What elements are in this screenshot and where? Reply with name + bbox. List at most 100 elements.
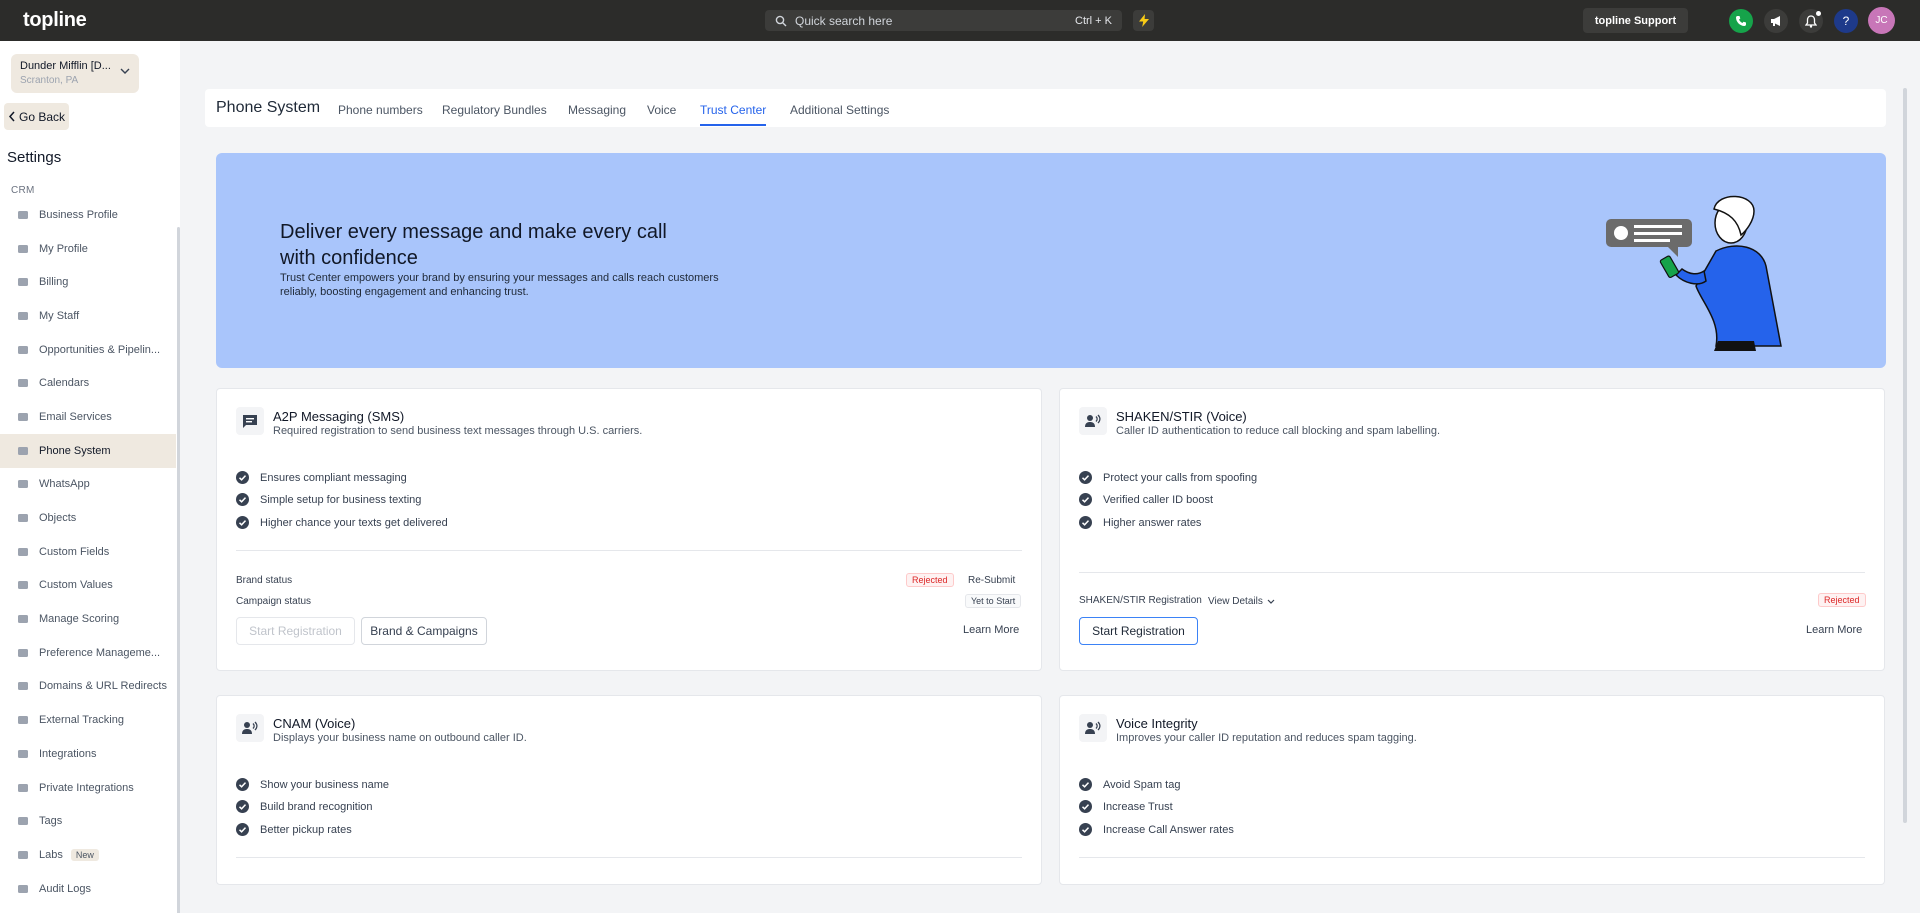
sidebar-item-objects[interactable]: Objects: [0, 501, 176, 535]
start-registration-button[interactable]: Start Registration: [1079, 617, 1198, 645]
sidebar-item-label: External Tracking: [39, 714, 124, 727]
tab-voice[interactable]: Voice: [647, 103, 676, 117]
sidebar-item-calendars[interactable]: Calendars: [0, 366, 176, 400]
sidebar-item-opportunities-pipelin[interactable]: Opportunities & Pipelin...: [0, 333, 176, 367]
sidebar-item-domains-url-redirects[interactable]: Domains & URL Redirects: [0, 670, 176, 704]
sidebar-scrollbar[interactable]: [177, 227, 180, 913]
voice-user-icon: [1079, 407, 1107, 435]
sidebar-item-integrations[interactable]: Integrations: [0, 737, 176, 771]
check-circle-icon: [1079, 516, 1092, 529]
sidebar-item-phone-system[interactable]: Phone System: [0, 433, 176, 468]
sidebar-item-custom-values[interactable]: Custom Values: [0, 569, 176, 603]
app-logo[interactable]: topline: [23, 9, 87, 32]
sidebar-item-label: Phone System: [39, 444, 111, 457]
settings-sidebar: Dunder Mifflin [D... Scranton, PA Go Bac…: [0, 41, 180, 913]
resubmit-link[interactable]: Re-Submit: [968, 575, 1015, 586]
sidebar-item-private-integrations[interactable]: Private Integrations: [0, 771, 176, 805]
brand-campaigns-button[interactable]: Brand & Campaigns: [361, 617, 487, 645]
sidebar-item-external-tracking[interactable]: External Tracking: [0, 703, 176, 737]
message-icon: [236, 407, 264, 435]
sliders-icon: [16, 646, 30, 660]
user-icon: [16, 242, 30, 256]
tab-additional-settings[interactable]: Additional Settings: [790, 103, 889, 117]
announcements-button[interactable]: [1764, 9, 1788, 33]
sidebar-item-label: Email Services: [39, 410, 112, 423]
sidebar-item-audit-logs[interactable]: Audit Logs: [0, 872, 176, 906]
help-button[interactable]: ?: [1834, 9, 1858, 33]
support-button[interactable]: topline Support: [1583, 8, 1688, 33]
check-circle-icon: [1079, 778, 1092, 791]
question-icon: ?: [1842, 14, 1850, 28]
banner-title: Deliver every message and make every cal…: [280, 221, 667, 269]
account-location: Scranton, PA: [20, 75, 79, 86]
sidebar-item-billing[interactable]: Billing: [0, 265, 176, 299]
view-details-toggle[interactable]: View Details: [1208, 596, 1275, 607]
notifications-button[interactable]: [1799, 9, 1823, 33]
bell-icon: [1805, 14, 1817, 28]
sidebar-item-manage-scoring[interactable]: Manage Scoring: [0, 602, 176, 636]
sidebar-item-email-services[interactable]: Email Services: [0, 400, 176, 434]
feature-item: Build brand recognition: [236, 800, 373, 813]
divider: [1079, 857, 1865, 858]
tab-regulatory-bundles[interactable]: Regulatory Bundles: [442, 103, 547, 117]
go-back-label: Go Back: [19, 109, 66, 124]
check-circle-icon: [236, 516, 249, 529]
learn-more-link[interactable]: Learn More: [1806, 624, 1862, 636]
chevron-left-icon: [8, 111, 15, 122]
email-icon: [16, 410, 30, 424]
go-back-button[interactable]: Go Back: [4, 103, 69, 130]
notification-dot: [1816, 11, 1821, 16]
campaign-status-badge: Yet to Start: [965, 594, 1022, 608]
quick-actions-button[interactable]: [1133, 10, 1154, 31]
sidebar-item-labs[interactable]: Labs New: [0, 838, 176, 872]
sidebar-item-business-profile[interactable]: Business Profile: [0, 198, 176, 232]
feature-item: Increase Call Answer rates: [1079, 823, 1234, 836]
filter-icon: [16, 781, 30, 795]
briefcase-icon: [16, 208, 30, 222]
user-avatar[interactable]: JC: [1868, 7, 1895, 34]
main-scrollbar[interactable]: [1903, 88, 1907, 823]
sidebar-item-label: Integrations: [39, 747, 97, 760]
whatsapp-icon: [16, 477, 30, 491]
divider: [236, 550, 1022, 551]
learn-more-link[interactable]: Learn More: [963, 624, 1019, 636]
sidebar-item-label: Billing: [39, 276, 69, 289]
quick-search[interactable]: Quick search here Ctrl + K: [765, 10, 1122, 31]
card-title: CNAM (Voice): [273, 716, 356, 731]
phone-call-button[interactable]: [1729, 9, 1753, 33]
sidebar-item-tags[interactable]: Tags: [0, 804, 176, 838]
sidebar-item-my-staff[interactable]: My Staff: [0, 299, 176, 333]
sidebar-item-label: Custom Fields: [39, 545, 110, 558]
megaphone-icon: [1770, 16, 1780, 26]
sidebar-item-preference-manageme[interactable]: Preference Manageme...: [0, 636, 176, 670]
check-circle-icon: [1079, 471, 1092, 484]
registration-label: SHAKEN/STIR Registration: [1079, 595, 1202, 606]
check-circle-icon: [1079, 800, 1092, 813]
check-circle-icon: [236, 471, 249, 484]
feature-item: Better pickup rates: [236, 823, 352, 836]
cubes-icon: [16, 511, 30, 525]
sidebar-item-label: Domains & URL Redirects: [39, 680, 167, 693]
card-title: SHAKEN/STIR (Voice): [1116, 409, 1247, 424]
flask-icon: [16, 848, 30, 862]
feature-item: Higher answer rates: [1079, 516, 1201, 529]
sidebar-item-custom-fields[interactable]: Custom Fields: [0, 535, 176, 569]
sidebar-item-my-profile[interactable]: My Profile: [0, 232, 176, 266]
inbox-icon: [16, 309, 30, 323]
voice-user-icon: [1079, 714, 1107, 742]
account-switcher[interactable]: Dunder Mifflin [D... Scranton, PA: [11, 54, 139, 93]
divider: [236, 857, 1022, 858]
sidebar-item-label: Objects: [39, 512, 77, 525]
tab-messaging[interactable]: Messaging: [568, 103, 626, 117]
settings-title: Settings: [7, 149, 62, 166]
sidebar-item-label: Audit Logs: [39, 882, 91, 895]
sidebar-item-label: Custom Values: [39, 579, 113, 592]
tab-trust-center[interactable]: Trust Center: [700, 103, 767, 126]
phone-system-header: Phone System Phone numbers Regulatory Bu…: [205, 89, 1886, 127]
bars-icon: [16, 882, 30, 896]
voice-user-icon: [236, 714, 264, 742]
person-with-phone-illustration: [1606, 195, 1782, 351]
tab-phone-numbers[interactable]: Phone numbers: [338, 103, 423, 117]
start-registration-button[interactable]: Start Registration: [236, 617, 355, 645]
sidebar-item-whatsapp[interactable]: WhatsApp: [0, 468, 176, 502]
